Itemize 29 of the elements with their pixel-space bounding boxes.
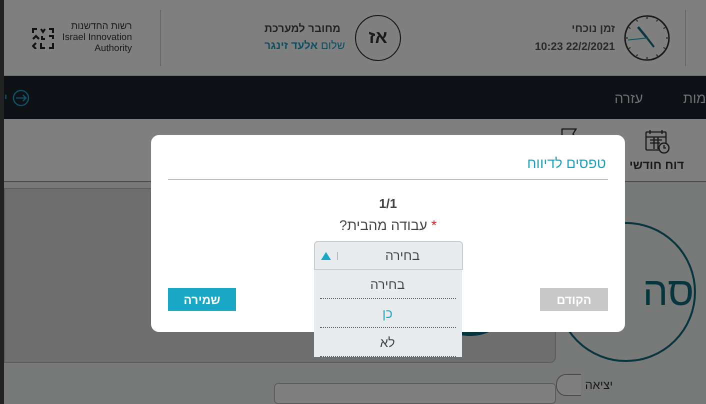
- circle-text: סה: [642, 270, 694, 314]
- question-label: עבודה מהבית?: [339, 217, 428, 233]
- user-greeting: שלום אלעד זינגר: [264, 40, 345, 52]
- choice-dropdown[interactable]: בחירה: [314, 241, 462, 270]
- question-counter: 1/1: [378, 196, 398, 211]
- dropdown-option[interactable]: כן: [320, 299, 456, 328]
- nav-link[interactable]: מות: [643, 90, 706, 106]
- save-button[interactable]: שמירה: [168, 288, 236, 311]
- dropdown-option[interactable]: בחירה: [320, 270, 456, 299]
- current-datetime: 10:23 22/2/2021: [534, 40, 615, 52]
- logo-text: Authority: [94, 43, 132, 54]
- caret-up-icon[interactable]: [320, 252, 338, 260]
- exit-label: יציאה: [585, 378, 613, 392]
- logo-text: Israel Innovation: [62, 32, 132, 43]
- clock-icon: [623, 14, 671, 62]
- calendar-icon: [644, 128, 670, 154]
- required-asterisk: *: [431, 217, 437, 233]
- nav-link[interactable]: עזרה: [574, 90, 644, 106]
- logout-icon[interactable]: [12, 88, 30, 106]
- connection-status: מחובר למערכת: [264, 23, 341, 35]
- logo-icon: [32, 26, 54, 48]
- toolbar-button[interactable]: דוח חודשי: [623, 127, 690, 173]
- exit-toggle[interactable]: [556, 374, 581, 396]
- dropdown-option[interactable]: לא: [320, 328, 456, 357]
- user-avatar: אז: [355, 14, 401, 60]
- modal-title: טפסים לדיווח: [168, 135, 608, 180]
- logo-text: רשות החדשנות: [71, 21, 132, 32]
- nav-edge-text: י: [4, 90, 8, 106]
- clock-label: זמן נוכחי: [572, 22, 615, 34]
